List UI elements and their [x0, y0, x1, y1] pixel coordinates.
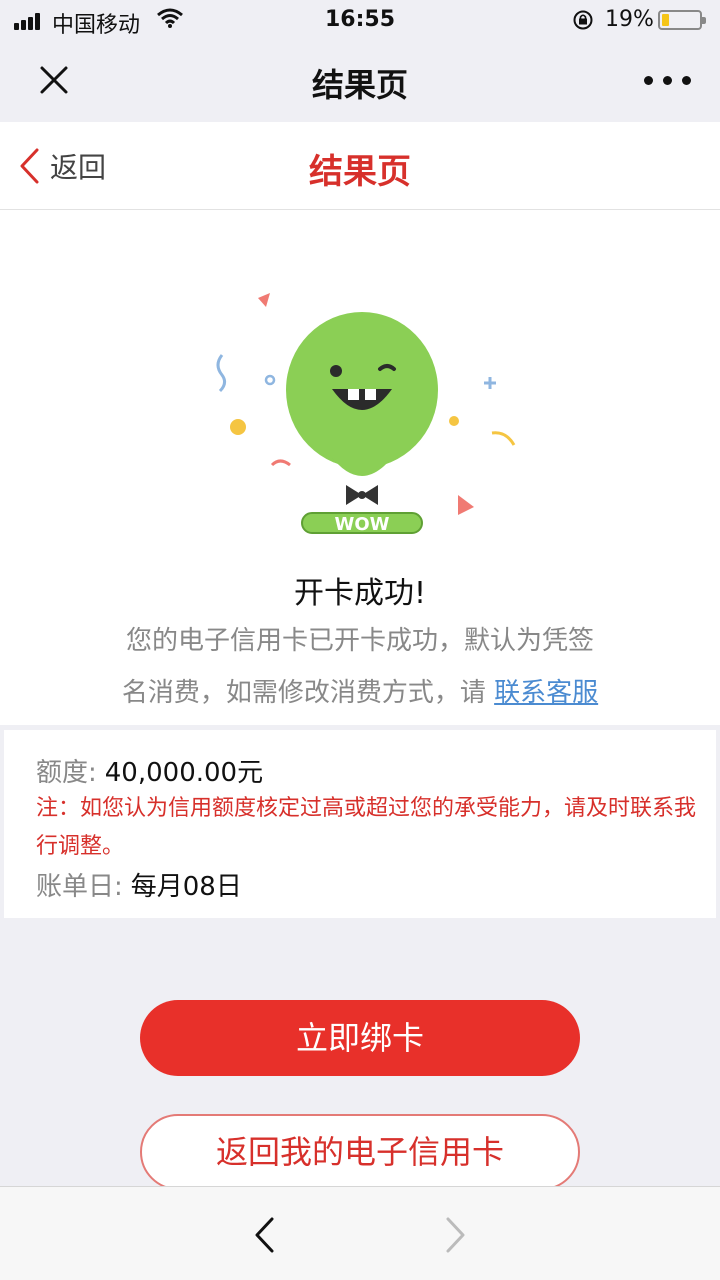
credit-limit-label: 额度:	[36, 758, 97, 788]
orientation-lock-icon	[573, 10, 593, 30]
wow-text: WOW	[334, 514, 389, 535]
back-to-credit-card-button[interactable]: 返回我的电子信用卡	[140, 1114, 580, 1190]
battery-percent: 19%	[605, 7, 654, 32]
browser-toolbar	[0, 1186, 720, 1280]
billing-day-value: 每月08日	[130, 872, 242, 902]
card-info-panel: 额度: 40,000.00元 注：如您认为信用额度核定过高或超过您的承受能力，请及…	[4, 730, 716, 918]
balloon-wow-icon: WOW	[216, 293, 516, 535]
credit-limit-row: 额度: 40,000.00元	[36, 752, 263, 789]
nav-title: 结果页	[311, 66, 408, 104]
contact-service-link[interactable]: 联系客服	[494, 678, 598, 708]
forward-arrow-icon[interactable]	[444, 1215, 468, 1255]
success-description-line-1: 您的电子信用卡已开卡成功，默认为凭签	[125, 626, 594, 656]
bind-card-button[interactable]: 立即绑卡	[140, 1000, 580, 1076]
credit-limit-note: 注：如您认为信用额度核定过高或超过您的承受能力，请及时联系我行调整。	[36, 796, 697, 859]
billing-day-label: 账单日:	[36, 872, 123, 902]
battery-level	[662, 14, 669, 26]
credit-limit-value: 40,000.00元	[104, 758, 264, 788]
result-page: 中国移动 16:55 19% 结果页 返回 结果页 WOW 开卡成功! 您的电子…	[0, 0, 720, 1280]
status-bar: 中国移动 16:55 19%	[0, 0, 720, 40]
success-title: 开卡成功!	[293, 576, 427, 611]
more-icon[interactable]	[640, 74, 696, 86]
success-description-line-2: 名消费，如需修改消费方式，请 联系客服	[0, 672, 720, 709]
page-title: 结果页	[309, 152, 411, 192]
success-description-text: 名消费，如需修改消费方式，请	[121, 678, 486, 708]
nav-bar: 结果页	[0, 40, 720, 122]
back-arrow-icon[interactable]	[252, 1215, 276, 1255]
battery-icon	[658, 10, 706, 30]
page-header: 返回 结果页	[0, 122, 720, 210]
billing-day-row: 账单日: 每月08日	[36, 866, 242, 903]
result-panel: WOW 开卡成功! 您的电子信用卡已开卡成功，默认为凭签 名消费，如需修改消费方…	[0, 210, 720, 725]
